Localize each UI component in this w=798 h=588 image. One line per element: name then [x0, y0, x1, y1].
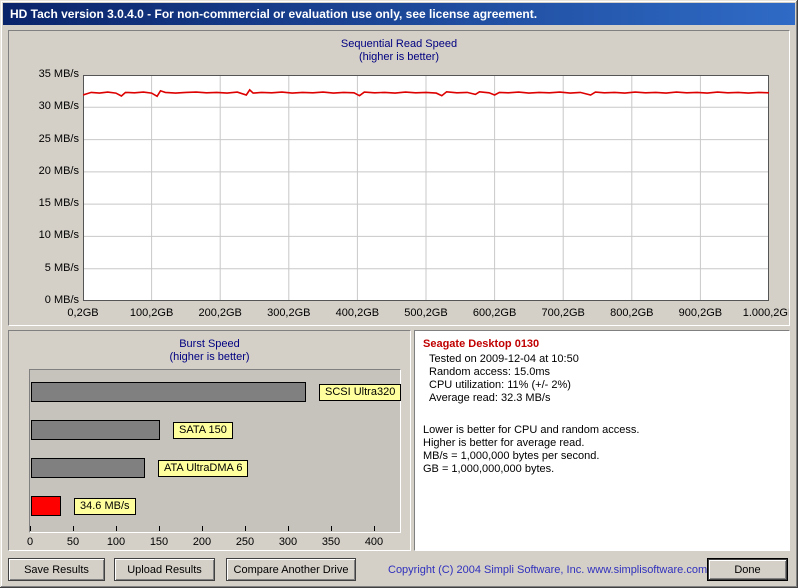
burst-bar	[31, 496, 61, 516]
x-axis-tick-label: 100,2GB	[129, 307, 174, 319]
burst-axis-tick-label: 300	[278, 536, 298, 548]
burst-bar	[31, 458, 145, 478]
explanatory-notes: Lower is better for CPU and random acces…	[423, 424, 781, 476]
burst-bar-label: SCSI Ultra320	[319, 384, 402, 401]
y-axis-tick-label: 15 MB/s	[38, 197, 79, 210]
explanatory-note: Higher is better for average read.	[423, 437, 585, 449]
burst-axis-tick	[30, 526, 31, 531]
burst-bar-label: 34.6 MB/s	[74, 498, 136, 515]
burst-axis-tick-label: 200	[192, 536, 212, 548]
x-axis-tick-label: 800,2GB	[610, 307, 654, 319]
burst-chart-subtitle: (higher is better)	[169, 351, 250, 363]
burst-axis-tick	[116, 526, 117, 531]
explanatory-note: Lower is better for CPU and random acces…	[423, 424, 640, 436]
test-result-line: Random access: 15.0ms	[429, 366, 551, 378]
drive-name: Seagate Desktop 0130	[423, 338, 540, 350]
burst-axis-tick-label: 350	[321, 536, 341, 548]
x-axis-tick-label: 200,2GB	[198, 307, 242, 319]
y-axis-tick-label: 35 MB/s	[38, 68, 79, 80]
burst-speed-panel: Burst Speed (higher is better) SCSI Ultr…	[8, 330, 411, 551]
burst-axis-tick-label: 0	[26, 536, 34, 548]
y-axis-tick-label: 0 MB/s	[44, 294, 79, 306]
burst-bar	[31, 382, 306, 402]
burst-axis-tick	[159, 526, 160, 531]
burst-axis-tick	[288, 526, 289, 531]
y-axis-tick-label: 25 MB/s	[38, 132, 79, 145]
results-info-panel: Seagate Desktop 0130 Tested on 2009-12-0…	[414, 330, 790, 551]
test-result-line: Average read: 32.3 MB/s	[429, 392, 551, 404]
sequential-chart-title: Sequential Read Speed	[340, 38, 458, 50]
burst-bar-label: ATA UltraDMA 6	[158, 460, 249, 477]
x-axis-tick-label: 600,2GB	[472, 307, 517, 319]
done-button[interactable]: Done	[707, 558, 788, 581]
burst-axis-tick-label: 100	[106, 536, 126, 548]
y-axis-tick-label: 5 MB/s	[44, 261, 79, 274]
burst-axis-tick-label: 250	[235, 536, 255, 548]
x-axis-tick-label: 300,2GB	[267, 307, 311, 319]
burst-speed-chart: SCSI Ultra320 SATA 150 ATA UltraDMA 6 34.6 …	[29, 369, 402, 533]
burst-axis-tick-label: 400	[364, 536, 384, 548]
x-axis-tick-label: 700,2GB	[541, 307, 585, 319]
y-axis-tick-label: 10 MB/s	[38, 229, 79, 242]
sequential-read-panel: Sequential Read Speed (higher is better)…	[8, 30, 790, 326]
burst-chart-title: Burst Speed	[179, 338, 240, 350]
burst-bar-label: SATA 150	[173, 422, 233, 439]
burst-bar	[31, 420, 160, 440]
x-axis-tick-label: 900,2GB	[678, 307, 723, 319]
save-results-button[interactable]: Save Results	[8, 558, 105, 581]
sequential-read-chart	[83, 75, 769, 301]
burst-axis-tick	[245, 526, 246, 531]
explanatory-note: GB = 1,000,000,000 bytes.	[423, 463, 555, 475]
burst-axis-tick	[331, 526, 332, 531]
burst-axis-tick-label: 150	[149, 536, 169, 548]
test-result-line: Tested on 2009-12-04 at 10:50	[429, 353, 579, 365]
title-bar: HD Tach version 3.0.4.0 - For non-commer…	[3, 3, 795, 25]
hdtach-window: HD Tach version 3.0.4.0 - For non-commer…	[0, 0, 798, 588]
explanatory-note: MB/s = 1,000,000 bytes per second.	[423, 450, 600, 462]
x-axis-tick-label: 1.000,2GB	[742, 307, 789, 319]
upload-results-button[interactable]: Upload Results	[114, 558, 215, 581]
burst-axis-tick	[73, 526, 74, 531]
test-result-line: CPU utilization: 11% (+/- 2%)	[429, 379, 571, 391]
window-title: HD Tach version 3.0.4.0 - For non-commer…	[10, 7, 538, 21]
x-axis-tick-label: 500,2GB	[404, 307, 448, 319]
compare-another-drive-button[interactable]: Compare Another Drive	[226, 558, 356, 581]
test-result-lines: Tested on 2009-12-04 at 10:50 Random acce…	[423, 353, 781, 405]
sequential-read-plot-svg	[83, 75, 769, 301]
x-axis-tick-label: 0,2GB	[67, 307, 99, 319]
burst-axis-tick-label: 50	[66, 536, 80, 548]
burst-axis-tick	[374, 526, 375, 531]
y-axis-tick-label: 30 MB/s	[38, 100, 79, 113]
x-axis-tick-label: 400,2GB	[335, 307, 380, 319]
burst-axis-tick	[202, 526, 203, 531]
copyright-text: Copyright (C) 2004 Simpli Software, Inc.…	[388, 564, 708, 576]
y-axis-tick-label: 20 MB/s	[38, 164, 79, 177]
sequential-chart-subtitle: (higher is better)	[358, 51, 440, 63]
